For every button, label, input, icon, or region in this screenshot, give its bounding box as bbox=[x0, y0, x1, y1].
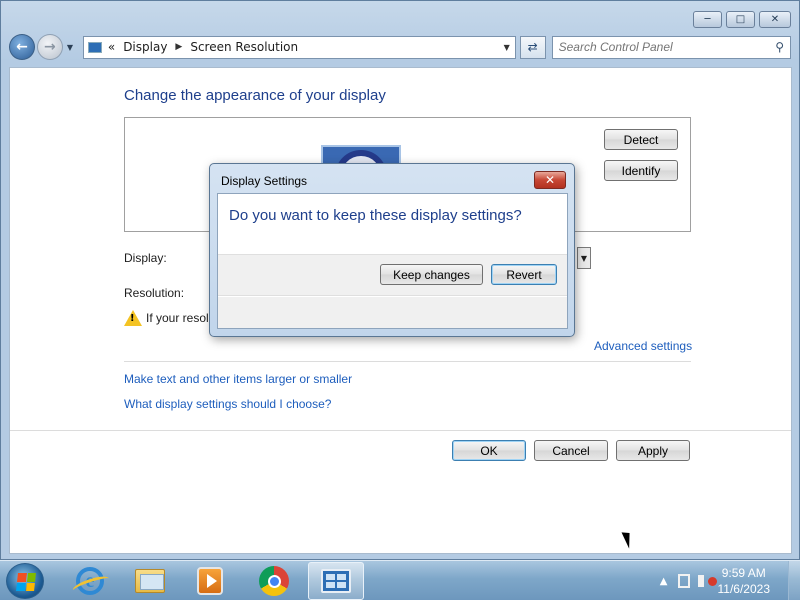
internet-explorer-icon[interactable]: e bbox=[62, 562, 118, 600]
search-icon[interactable]: ⚲ bbox=[775, 40, 784, 54]
dialog-footer bbox=[218, 297, 567, 328]
refresh-icon[interactable]: ⇄ bbox=[519, 35, 546, 59]
network-icon[interactable] bbox=[677, 574, 690, 588]
start-orb-icon[interactable] bbox=[6, 563, 44, 599]
search-input[interactable] bbox=[558, 40, 764, 54]
resolution-label: Resolution: bbox=[124, 286, 185, 300]
page-title: Change the appearance of your display bbox=[124, 87, 386, 104]
google-chrome-icon[interactable] bbox=[246, 562, 302, 600]
volume-muted-icon[interactable] bbox=[697, 575, 717, 587]
address-dropdown-icon[interactable]: ▼ bbox=[499, 43, 515, 52]
warning-text: If your resolu bbox=[146, 311, 216, 325]
show-hidden-icons-icon[interactable]: ▲ bbox=[660, 576, 668, 587]
address-bar[interactable]: « Display ▶ Screen Resolution ▼ bbox=[82, 35, 516, 59]
warning-icon: ! bbox=[124, 310, 142, 326]
dialog-close-icon[interactable]: ✕ bbox=[534, 171, 566, 189]
footer-divider bbox=[10, 430, 791, 431]
revert-button[interactable]: Revert bbox=[491, 264, 557, 285]
ok-button[interactable]: OK bbox=[452, 440, 526, 461]
maximize-icon[interactable]: □ bbox=[726, 11, 755, 28]
navigation-bar: ← → ▼ « Display ▶ Screen Resolution ▼ ⇄ … bbox=[9, 34, 791, 60]
windows-explorer-icon[interactable] bbox=[122, 562, 178, 600]
address-overflow-chevron[interactable]: « bbox=[108, 40, 115, 54]
detect-button[interactable]: Detect bbox=[604, 129, 678, 150]
back-arrow-icon[interactable]: ← bbox=[9, 34, 35, 60]
display-settings-dialog: Display Settings ✕ Do you want to keep t… bbox=[209, 163, 575, 337]
dialog-body: Do you want to keep these display settin… bbox=[217, 193, 568, 329]
minimize-icon[interactable]: ─ bbox=[693, 11, 722, 28]
clock-date: 11/6/2023 bbox=[717, 582, 771, 596]
window-controls: ─ □ ✕ bbox=[693, 11, 791, 28]
display-label: Display: bbox=[124, 251, 167, 265]
dialog-title: Display Settings bbox=[221, 174, 308, 188]
text-size-link[interactable]: Make text and other items larger or smal… bbox=[124, 372, 352, 386]
close-icon[interactable]: ✕ bbox=[759, 11, 791, 28]
display-help-link[interactable]: What display settings should I choose? bbox=[124, 397, 331, 411]
dialog-message: Do you want to keep these display settin… bbox=[229, 207, 522, 224]
advanced-settings-link[interactable]: Advanced settings bbox=[594, 339, 692, 353]
breadcrumb-screen-resolution[interactable]: Screen Resolution bbox=[190, 40, 298, 54]
identify-button[interactable]: Identify bbox=[604, 160, 678, 181]
windows-media-player-icon[interactable] bbox=[182, 562, 238, 600]
breadcrumb-separator-icon[interactable]: ▶ bbox=[175, 42, 182, 52]
show-desktop-button[interactable] bbox=[788, 561, 800, 600]
dialog-button-bar: Keep changes Revert bbox=[218, 254, 567, 296]
clock[interactable]: 9:59 AM 11/6/2023 bbox=[718, 565, 771, 597]
apply-button[interactable]: Apply bbox=[616, 440, 690, 461]
cancel-button[interactable]: Cancel bbox=[534, 440, 608, 461]
clock-time: 9:59 AM bbox=[721, 566, 766, 580]
display-dropdown-icon[interactable]: ▼ bbox=[577, 247, 591, 269]
control-panel-icon bbox=[87, 41, 102, 53]
search-box[interactable]: ⚲ bbox=[551, 35, 791, 59]
keep-changes-button[interactable]: Keep changes bbox=[380, 264, 483, 285]
system-tray: ▲ 9:59 AM 11/6/2023 bbox=[660, 561, 800, 600]
breadcrumb-display[interactable]: Display bbox=[123, 40, 167, 54]
forward-arrow-icon[interactable]: → bbox=[36, 34, 63, 60]
divider bbox=[124, 361, 691, 362]
recent-pages-dropdown-icon[interactable]: ▼ bbox=[67, 43, 79, 52]
control-panel-taskbar-icon[interactable] bbox=[308, 562, 364, 600]
taskbar: e ▲ 9:59 AM 11/6/2023 bbox=[0, 560, 800, 600]
